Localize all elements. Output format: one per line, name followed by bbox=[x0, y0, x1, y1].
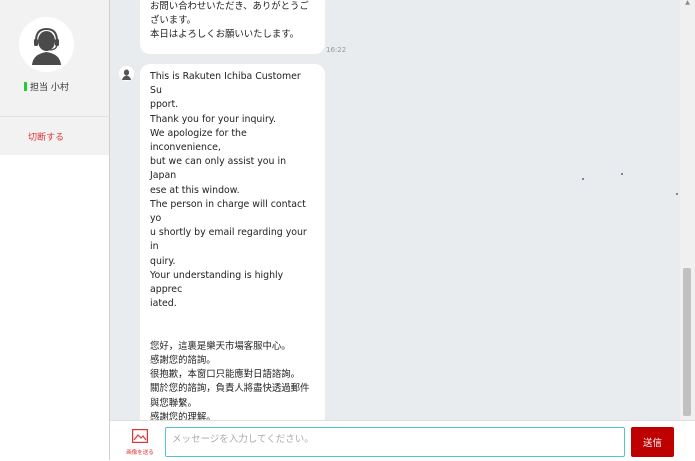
message-timestamp: 16:22 bbox=[326, 46, 347, 54]
message-input[interactable] bbox=[165, 427, 625, 457]
send-button[interactable]: 送信 bbox=[631, 427, 674, 457]
message-bubble: お問い合わせいただき、ありがとうご ざいます。 本日はよろしくお願いいたします。 bbox=[140, 0, 325, 54]
artifact-dot bbox=[582, 178, 584, 180]
agent-avatar-icon bbox=[19, 17, 74, 72]
online-status-indicator bbox=[24, 82, 27, 91]
scrollbar-thumb[interactable] bbox=[683, 268, 691, 416]
agent-mini-avatar-icon bbox=[119, 66, 134, 81]
send-image-label: 画像を送る bbox=[126, 450, 154, 456]
agent-name: 担当 小村 bbox=[24, 80, 69, 93]
chat-log[interactable]: お問い合わせいただき、ありがとうご ざいます。 本日はよろしくお願いいたします。… bbox=[110, 0, 680, 420]
sidebar: 担当 小村 切断する bbox=[0, 0, 110, 460]
composer: 画像を送る 送信 bbox=[110, 420, 695, 461]
disconnect-button[interactable]: 切断する bbox=[28, 130, 64, 143]
scroll-up-arrow-icon[interactable]: ▲ bbox=[683, 0, 692, 6]
message-bubble: This is Rakuten Ichiba Customer Su pport… bbox=[140, 64, 325, 420]
send-image-button[interactable]: 画像を送る bbox=[120, 427, 160, 457]
artifact-dot bbox=[676, 193, 678, 195]
agent-name-text: 担当 小村 bbox=[30, 83, 69, 93]
image-icon bbox=[132, 429, 148, 443]
sidebar-empty-area bbox=[0, 155, 109, 460]
artifact-dot bbox=[621, 173, 623, 175]
chat-scrollbar[interactable]: ▲ bbox=[680, 0, 695, 420]
agent-info: 担当 小村 bbox=[0, 0, 109, 115]
switch-section: 切断する bbox=[0, 116, 109, 156]
